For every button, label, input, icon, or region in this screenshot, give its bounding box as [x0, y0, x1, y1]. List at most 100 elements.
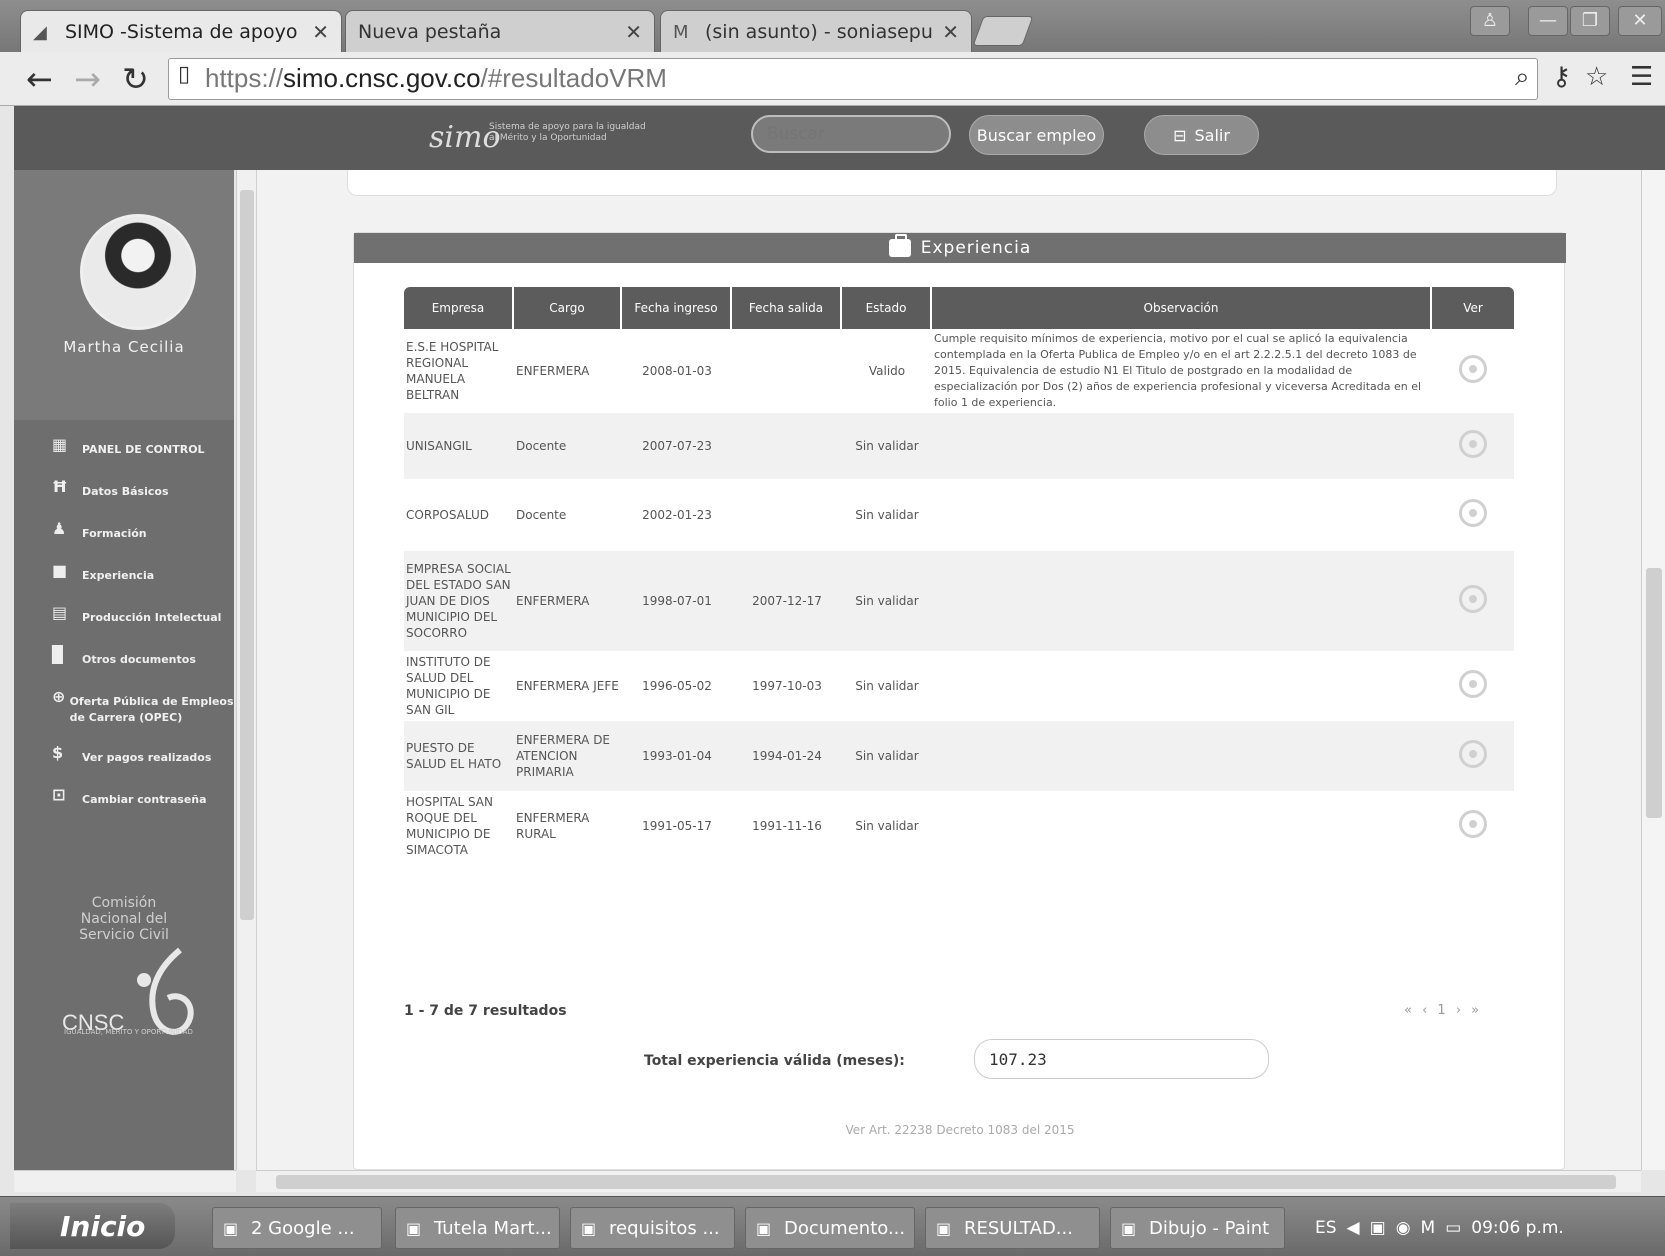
minimize-button[interactable]: — — [1528, 6, 1568, 36]
url-path: /#resultadoVRM — [480, 63, 667, 93]
sidebar-item[interactable]: $ Ver pagos realizados — [14, 743, 234, 788]
experience-card: Experiencia Empresa Cargo Fecha ingreso … — [353, 232, 1566, 1170]
gmail-notifier-icon[interactable]: M — [1421, 1218, 1436, 1238]
taskbar-item[interactable]: ▣ Dibujo - Paint — [1110, 1207, 1285, 1249]
briefcase-icon: ■ — [52, 561, 68, 580]
cell-view — [1432, 329, 1514, 413]
forward-arrow-icon[interactable]: → — [74, 60, 101, 98]
close-window-button[interactable]: ✕ — [1618, 6, 1662, 36]
cell-position: ENFERMERA JEFE — [516, 679, 619, 693]
sidebar-scrollbar[interactable] — [236, 170, 256, 1170]
legal-footnote[interactable]: Ver Art. 22238 Decreto 1083 del 2015 — [354, 1123, 1566, 1137]
tab-gmail[interactable]: M (sin asunto) - soniasepulved ✕ — [660, 10, 972, 52]
volume-icon[interactable]: ◉ — [1396, 1218, 1411, 1238]
word-doc-icon: ▣ — [581, 1218, 597, 1238]
scrollbar-thumb[interactable] — [276, 1175, 1616, 1189]
restore-button[interactable]: ❐ — [1570, 6, 1610, 36]
cell-end-date: 2007-12-17 — [732, 551, 842, 651]
logout-icon: ⊟ — [1173, 125, 1187, 145]
taskbar-item[interactable]: ▣ Tutela Mart... — [395, 1207, 560, 1249]
scrollbar-thumb[interactable] — [240, 190, 254, 920]
view-eye-icon[interactable] — [1459, 499, 1487, 527]
sidebar-horizontal-scrollbar[interactable] — [14, 1170, 236, 1192]
taskbar-item[interactable]: ▣ 2 Google ... — [212, 1207, 382, 1249]
page-icon: ▯ — [178, 62, 191, 87]
close-icon[interactable]: ✕ — [942, 20, 959, 44]
sidebar-item[interactable]: ⊕ Oferta Pública de Empleos de Carrera (O… — [14, 687, 234, 746]
view-eye-icon[interactable] — [1459, 740, 1487, 768]
cell-end-date — [732, 413, 842, 479]
menu-icon[interactable]: ☰ — [1630, 62, 1653, 92]
cell-end-date — [732, 329, 842, 413]
cell-position: Docente — [516, 508, 567, 522]
view-eye-icon[interactable] — [1459, 810, 1487, 838]
bookmark-star-icon[interactable]: ☆ — [1585, 62, 1608, 92]
org-motto: IGUALDAD, MÉRITO Y OPORTUNIDAD — [64, 1028, 193, 1036]
tray-arrow-icon[interactable]: ◀ — [1347, 1218, 1360, 1238]
main-horizontal-scrollbar[interactable] — [256, 1170, 1641, 1192]
org-name: Comisión Nacional del Servicio Civil — [79, 895, 169, 943]
table-row: E.S.E HOSPITAL REGIONAL MANUELA BELTRAN E… — [404, 329, 1514, 413]
site-header: simo Sistema de apoyo para la igualdad a… — [14, 106, 1665, 170]
cell-status: Sin validar — [842, 413, 932, 479]
taskbar-item[interactable]: ▣ Documento... — [745, 1207, 915, 1249]
close-icon[interactable]: ✕ — [312, 20, 329, 44]
sidebar-item[interactable]: ⊡ Cambiar contraseña — [14, 785, 234, 830]
sidebar-item[interactable]: ▉ Otros documentos — [14, 645, 234, 690]
sidebar-item[interactable]: ♟ Formación — [14, 519, 234, 564]
sidebar-item[interactable]: ▦ PANEL DE CONTROL — [14, 435, 234, 480]
briefcase-icon — [888, 234, 911, 257]
taskbar-item-label: Documento... — [784, 1217, 906, 1239]
tab-simo[interactable]: ◢ SIMO -Sistema de apoyo pa ✕ — [20, 10, 342, 52]
back-arrow-icon[interactable]: ← — [26, 60, 53, 98]
cell-observation — [932, 791, 1432, 861]
logo-tagline: Sistema de apoyo para la igualdad al Mér… — [489, 122, 646, 143]
book-icon: ▤ — [52, 603, 68, 622]
cell-status: Valido — [868, 364, 906, 378]
cell-company: E.S.E HOSPITAL REGIONAL MANUELA BELTRAN — [406, 340, 499, 402]
cell-view — [1432, 551, 1514, 651]
view-eye-icon[interactable] — [1459, 355, 1487, 383]
logout-button[interactable]: ⊟ Salir — [1144, 115, 1259, 155]
sidebar-item-label: Experiencia — [82, 569, 155, 582]
word-doc-icon: ▣ — [936, 1218, 952, 1238]
view-eye-icon[interactable] — [1459, 670, 1487, 698]
cell-status: Sin validar — [842, 721, 932, 791]
cell-view — [1432, 721, 1514, 791]
start-button[interactable]: Inicio — [10, 1203, 175, 1249]
pagination[interactable]: « ‹ 1 › » — [1404, 1003, 1482, 1018]
new-tab-button[interactable] — [972, 16, 1034, 46]
cell-end-date: 1997-10-03 — [752, 679, 822, 693]
search-input[interactable] — [751, 115, 951, 153]
address-bar[interactable]: https://simo.cnsc.gov.co/#resultadoVRM — [168, 58, 1538, 100]
main-vertical-scrollbar[interactable] — [1641, 170, 1665, 1170]
network-icon[interactable]: ▣ — [1370, 1218, 1386, 1238]
sidebar-item[interactable]: Ħ Datos Básicos — [14, 477, 234, 522]
display-icon[interactable]: ▭ — [1445, 1218, 1461, 1238]
table-row: HOSPITAL SAN ROQUE DEL MUNICIPIO DE SIMA… — [404, 791, 1514, 861]
sidebar-item[interactable]: ▤ Producción Intelectual — [14, 603, 234, 648]
key-icon[interactable]: ⚷ — [1552, 62, 1571, 92]
view-eye-icon[interactable] — [1459, 585, 1487, 613]
sidebar-item-label: Producción Intelectual — [82, 611, 222, 624]
zoom-icon[interactable]: ⌕ — [1515, 62, 1530, 93]
cell-company: HOSPITAL SAN ROQUE DEL MUNICIPIO DE SIMA… — [406, 795, 493, 857]
scrollbar-thumb[interactable] — [1646, 568, 1662, 818]
main-content: Experiencia Empresa Cargo Fecha ingreso … — [256, 170, 1641, 1170]
view-eye-icon[interactable] — [1459, 430, 1487, 458]
total-experience-field[interactable] — [974, 1039, 1269, 1079]
cell-start-date: 1991-05-17 — [642, 819, 712, 833]
close-icon[interactable]: ✕ — [625, 20, 642, 44]
taskbar-item[interactable]: ▣ RESULTAD... — [925, 1207, 1100, 1249]
tab-new-tab[interactable]: Nueva pestaña ✕ — [345, 10, 655, 52]
clock[interactable]: 09:06 p.m. — [1471, 1218, 1564, 1238]
browser-toolbar: ← → ↻ https://simo.cnsc.gov.co/#resultad… — [0, 52, 1665, 106]
taskbar-item[interactable]: ▣ requisitos ... — [570, 1207, 735, 1249]
sidebar-item[interactable]: ■ Experiencia — [14, 561, 234, 606]
user-profile-icon[interactable]: ♙ — [1470, 6, 1510, 36]
reload-icon[interactable]: ↻ — [122, 60, 149, 98]
sidebar-item-label: Otros documentos — [82, 653, 196, 666]
language-indicator[interactable]: ES — [1315, 1218, 1337, 1238]
tab-title: Nueva pestaña — [358, 20, 502, 43]
search-job-button[interactable]: Buscar empleo — [969, 115, 1104, 155]
